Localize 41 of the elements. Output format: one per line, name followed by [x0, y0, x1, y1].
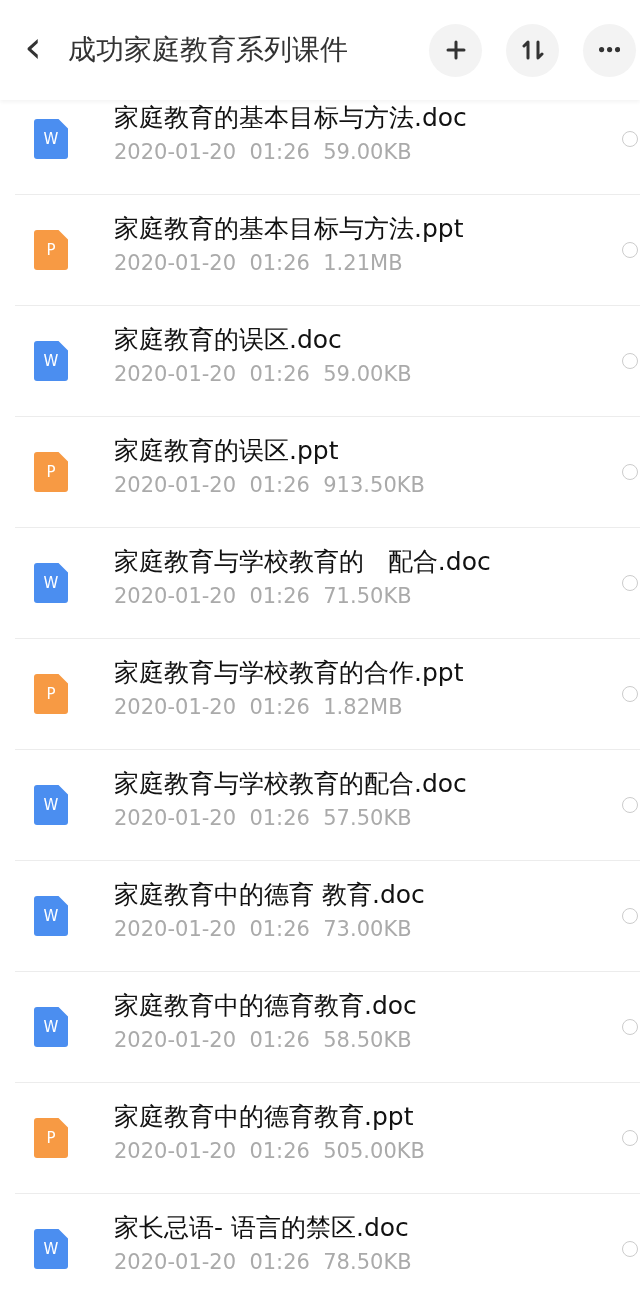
file-name: 家庭教育的基本目标与方法.ppt [114, 212, 465, 245]
file-meta: 2020-01-20 01:26 59.00KB [114, 361, 413, 386]
add-button[interactable] [429, 23, 482, 77]
doc-file-icon: W [34, 1229, 68, 1269]
file-meta: 2020-01-20 01:26 78.50KB [114, 1249, 413, 1274]
doc-file-icon: W [34, 341, 68, 381]
doc-file-icon: W [34, 785, 68, 825]
doc-file-icon: W [34, 896, 68, 936]
file-meta: 2020-01-20 01:26 913.50KB [114, 472, 426, 497]
ppt-file-icon: P [34, 452, 68, 492]
sort-icon [521, 39, 544, 61]
file-name: 家庭教育与学校教育的 配合.doc [114, 545, 492, 578]
doc-file-icon: W [34, 563, 68, 603]
file-name: 家庭教育中的德育教育.ppt [114, 1100, 415, 1133]
file-meta: 2020-01-20 01:26 57.50KB [114, 805, 413, 830]
file-meta: 2020-01-20 01:26 71.50KB [114, 583, 413, 608]
file-meta: 2020-01-20 01:26 58.50KB [114, 1027, 413, 1052]
more-icon [598, 47, 621, 53]
file-name: 家庭教育与学校教育的配合.doc [114, 767, 468, 800]
sort-button[interactable] [506, 23, 559, 77]
ppt-file-icon: P [34, 674, 68, 714]
file-meta: 2020-01-20 01:26 1.82MB [114, 694, 404, 719]
file-name: 家庭教育的基本目标与方法.doc [114, 101, 468, 134]
file-meta: 2020-01-20 01:26 1.21MB [114, 250, 404, 275]
file-meta: 2020-01-20 01:26 505.00KB [114, 1138, 426, 1163]
back-button[interactable]: ‹ [22, 25, 44, 69]
plus-icon [444, 39, 467, 61]
file-name: 家庭教育的误区.ppt [114, 434, 340, 467]
more-button[interactable] [583, 23, 636, 77]
doc-file-icon: W [34, 119, 68, 159]
file-name: 家庭教育与学校教育的合作.ppt [114, 656, 465, 689]
file-name: 家庭教育的误区.doc [114, 323, 343, 356]
ppt-file-icon: P [34, 1118, 68, 1158]
file-name: 家长忌语- 语言的禁区.doc [114, 1211, 410, 1244]
file-meta: 2020-01-20 01:26 73.00KB [114, 916, 413, 941]
file-meta: 2020-01-20 01:26 59.00KB [114, 139, 413, 164]
file-name: 家庭教育中的德育 教育.doc [114, 878, 426, 911]
doc-file-icon: W [34, 1007, 68, 1047]
ppt-file-icon: P [34, 230, 68, 270]
file-name: 家庭教育中的德育教育.doc [114, 989, 418, 1022]
window-title: 成功家庭教育系列课件 [68, 32, 349, 68]
